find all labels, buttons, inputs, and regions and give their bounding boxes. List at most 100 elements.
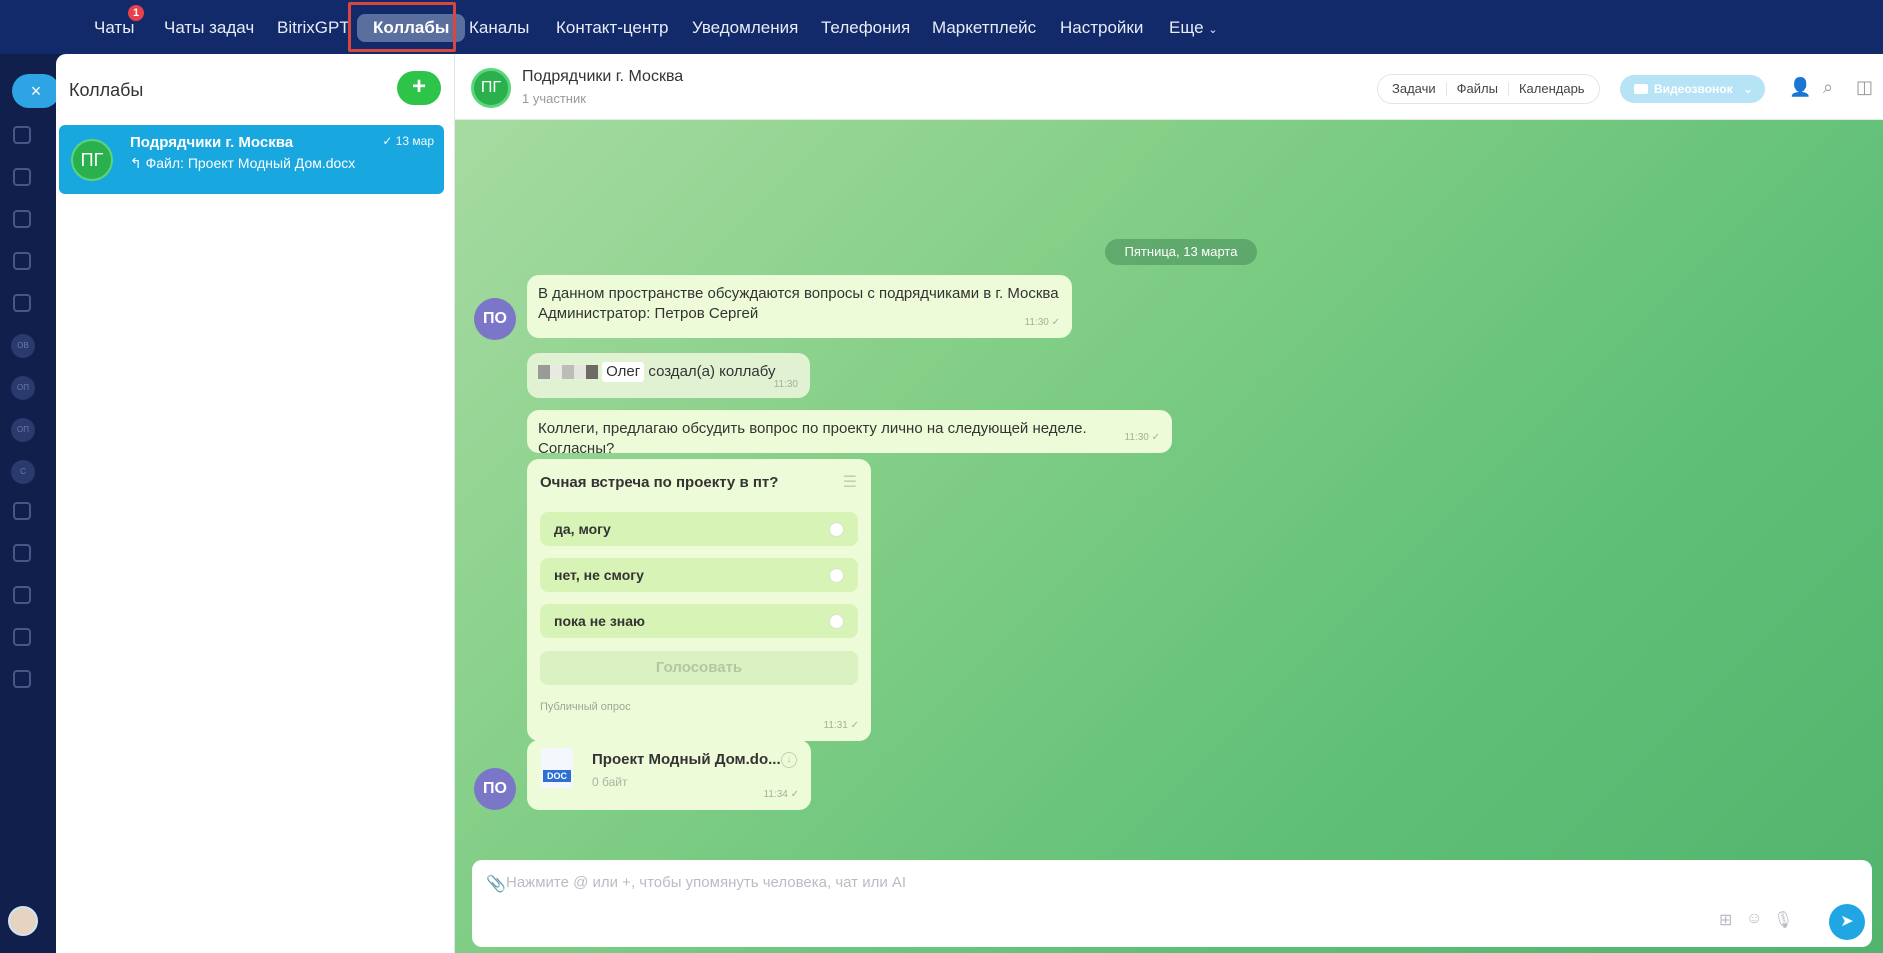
tab-marketplace[interactable]: Маркетплейс (932, 14, 1036, 42)
tab-tasks[interactable]: Задачи (1382, 82, 1446, 96)
tab-task-chats[interactable]: Чаты задач (164, 14, 254, 42)
apps-icon[interactable]: ⊞ (1719, 910, 1732, 930)
avatar[interactable]: ПО (474, 298, 516, 340)
message-text: создал(а) коллабу (648, 363, 776, 380)
attach-icon[interactable]: 📎 (486, 874, 506, 894)
chevron-down-icon: ⌄ (1742, 82, 1753, 96)
top-navigation: Чаты 1 Чаты задач BitrixGPT Коллабы Кана… (0, 0, 1883, 54)
date-separator: Пятница, 13 марта (1105, 239, 1257, 265)
chat-subtitle[interactable]: 1 участник (522, 91, 586, 106)
user-avatar[interactable] (8, 906, 38, 936)
group-avatar[interactable]: С (11, 460, 35, 484)
poll-option[interactable]: нет, не смогу (540, 558, 858, 592)
message-time: 11:34 ✓ (763, 789, 799, 800)
robot-icon[interactable] (13, 210, 31, 228)
blurred-avatar (574, 365, 586, 380)
camera-icon (1634, 84, 1648, 94)
radio-button[interactable] (829, 614, 844, 629)
message-time: 11:30 (773, 379, 798, 390)
message-bubble: Коллеги, предлагаю обсудить вопрос по пр… (527, 410, 1172, 457)
poll-bubble: Очная встреча по проекту в пт? ☰ да, мог… (527, 459, 871, 741)
reply-icon: ↰ (130, 155, 142, 171)
avatar: ПГ (71, 139, 113, 181)
menu-icon[interactable]: ☰ (843, 473, 857, 493)
user-mention[interactable]: Олег (602, 362, 645, 382)
panel-icon[interactable]: ◫ (1856, 77, 1873, 98)
last-message-text: Файл: Проект Модный Дом.docx (145, 155, 356, 171)
download-icon[interactable]: ↓ (781, 752, 797, 768)
chat-date: ✓ 13 мар (382, 134, 434, 148)
group-avatar[interactable]: ОП (11, 376, 35, 400)
tab-notifications[interactable]: Уведомления (692, 14, 798, 42)
drive-icon[interactable] (13, 294, 31, 312)
search-icon[interactable]: ⌕ (1823, 77, 1833, 98)
tab-channels[interactable]: Каналы (469, 14, 529, 42)
tab-more-label: Еще (1169, 18, 1204, 37)
poll-option[interactable]: пока не знаю (540, 604, 858, 638)
message-composer: 📎 ⊞ ☺ 🎙 ➤ (472, 860, 1872, 947)
send-button[interactable]: ➤ (1829, 904, 1865, 940)
collabs-list-panel: Коллабы + ПГ Подрядчики г. Москва ↰ Файл… (56, 54, 455, 953)
chevron-down-icon: ⌄ (1208, 24, 1218, 36)
message-time-text: 11:31 (823, 720, 848, 731)
poll-title: Очная встреча по проекту в пт? (540, 474, 779, 491)
video-call-button[interactable]: Видеозвонок ⌄ (1620, 75, 1765, 103)
message-time-text: 11:30 (1024, 317, 1049, 328)
microphone-icon[interactable]: 🎙 (1773, 910, 1793, 930)
message-bubble: В данном пространстве обсуждаются вопрос… (527, 275, 1072, 338)
file-name[interactable]: Проект Модный Дом.do... (592, 750, 781, 770)
document-icon[interactable] (13, 126, 31, 144)
chats-badge: 1 (128, 5, 144, 21)
left-sidebar: × ОВ ОП ОП С (0, 54, 60, 953)
tab-calendar[interactable]: Календарь (1507, 82, 1595, 96)
video-call-label: Видеозвонок (1654, 82, 1733, 96)
screen-icon[interactable] (13, 502, 31, 520)
emoji-icon[interactable]: ☺ (1746, 910, 1762, 928)
contacts-icon[interactable] (13, 252, 31, 270)
poll-option[interactable]: да, могу (540, 512, 858, 546)
blurred-avatar (562, 365, 574, 380)
chat-date-text: 13 мар (395, 134, 434, 148)
settings-icon[interactable] (13, 628, 31, 646)
radio-button[interactable] (829, 568, 844, 583)
list-item[interactable]: ПГ Подрядчики г. Москва ↰ Файл: Проект М… (59, 125, 444, 194)
message-text: Коллеги, предлагаю обсудить вопрос по пр… (538, 420, 1087, 457)
list-title: Коллабы (69, 80, 144, 100)
avatar[interactable]: ПО (474, 768, 516, 810)
tab-bitrixgpt[interactable]: BitrixGPT (277, 14, 350, 42)
avatar[interactable]: ПГ (471, 68, 511, 108)
chart-icon[interactable] (13, 586, 31, 604)
chat-area: ПГ Подрядчики г. Москва 1 участник Задач… (455, 54, 1883, 953)
header-tabs: Задачи Файлы Календарь (1377, 74, 1600, 104)
tab-chats[interactable]: Чаты (94, 14, 134, 42)
poll-option-label: нет, не смогу (554, 567, 644, 583)
close-icon[interactable]: × (12, 74, 60, 108)
message-text: Администратор: Петров Сергей (538, 305, 759, 322)
radio-button[interactable] (829, 522, 844, 537)
calendar-icon[interactable] (13, 544, 31, 562)
blurred-avatar (538, 365, 550, 380)
tab-telephony[interactable]: Телефония (821, 14, 910, 42)
message-time-text: 11:30 (1124, 432, 1149, 443)
group-avatar[interactable]: ОВ (11, 334, 35, 358)
tab-settings[interactable]: Настройки (1060, 14, 1143, 42)
edit-icon[interactable] (13, 670, 31, 688)
vote-button[interactable]: Голосовать (540, 651, 858, 685)
poll-option-label: пока не знаю (554, 613, 645, 629)
file-message[interactable]: DOC Проект Модный Дом.do... 0 байт ↓ 11:… (527, 740, 811, 810)
document-icon: DOC (541, 748, 573, 788)
message-input[interactable] (506, 869, 1406, 895)
doc-label: DOC (543, 770, 571, 782)
chat-header: ПГ Подрядчики г. Москва 1 участник Задач… (455, 54, 1883, 120)
add-user-icon[interactable]: 👤 (1789, 77, 1811, 98)
mail-icon[interactable] (13, 168, 31, 186)
tab-files[interactable]: Файлы (1445, 82, 1508, 96)
add-collab-button[interactable]: + (397, 71, 441, 105)
message-time-text: 11:34 (763, 789, 788, 800)
group-avatar[interactable]: ОП (11, 418, 35, 442)
blurred-avatar (586, 365, 598, 380)
tab-more[interactable]: Еще ⌄ (1169, 14, 1218, 42)
chat-title[interactable]: Подрядчики г. Москва (522, 68, 683, 86)
tab-contact-center[interactable]: Контакт-центр (556, 14, 669, 42)
message-time: 11:30 ✓ (1024, 317, 1060, 328)
